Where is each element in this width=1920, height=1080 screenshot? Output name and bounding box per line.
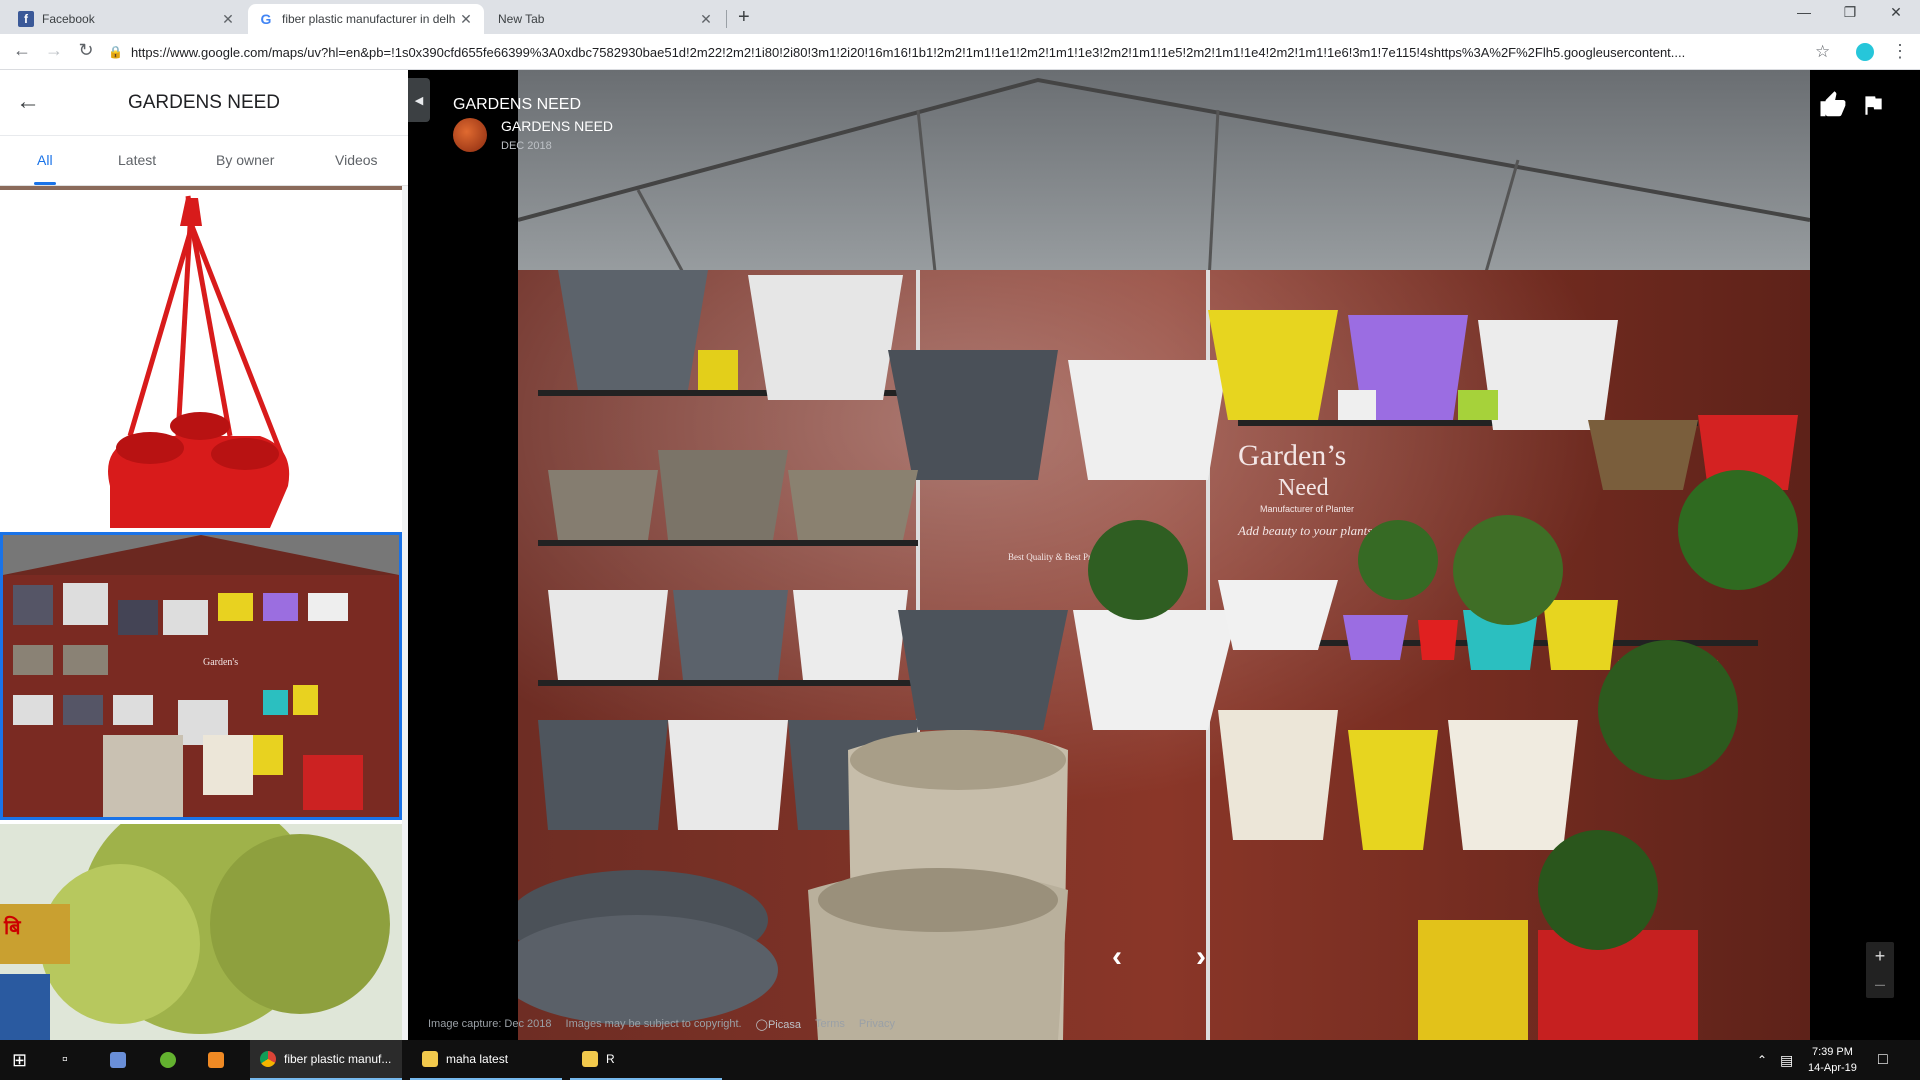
main-photo[interactable]: Garden’s Need Manufacturer of Planter Ad… [518, 70, 1810, 1040]
folder-icon [582, 1051, 598, 1067]
tab-videos[interactable]: Videos [335, 152, 378, 168]
copyright-text: Images may be subject to copyright. [565, 1018, 742, 1030]
close-window-button[interactable]: ✕ [1873, 4, 1919, 21]
tab-facebook[interactable]: f Facebook ✕ [8, 4, 246, 34]
filter-tabs: All Latest By owner Videos [0, 136, 408, 186]
photo-sign-line2: Need [1278, 475, 1329, 501]
panel-title: GARDENS NEED [127, 92, 281, 113]
tab-latest[interactable]: Latest [118, 152, 156, 168]
extension-icon[interactable] [1856, 43, 1874, 61]
chrome-icon [260, 1051, 276, 1067]
avatar[interactable] [453, 118, 487, 152]
lock-icon: 🔒 [108, 45, 123, 59]
forward-arrow-icon[interactable]: → [42, 40, 66, 61]
zoom-in-button[interactable]: + [1866, 942, 1894, 970]
viewer-footer: Image capture: Dec 2018 Images may be su… [428, 1018, 895, 1031]
notifications-icon[interactable]: □ [1878, 1040, 1888, 1080]
photo-thumbnail[interactable] [0, 186, 402, 528]
photo-viewer: ◀ Garden’s Need Manufacturer of Planter … [408, 70, 1920, 1040]
clock-time: 7:39 PM [1811, 1046, 1853, 1058]
taskbar-item-label: maha latest [446, 1052, 509, 1066]
restore-button[interactable]: ❐ [1827, 4, 1873, 21]
svg-text:Garden's: Garden's [203, 657, 238, 668]
facebook-icon: f [18, 11, 34, 27]
taskbar-folder-maha-latest[interactable]: maha latest [410, 1040, 562, 1080]
photo-sign-line4: Add beauty to your plants [1237, 523, 1372, 538]
flag-icon[interactable] [1860, 92, 1886, 118]
minimize-button[interactable]: — [1781, 4, 1827, 20]
tab-title: Facebook [42, 12, 95, 26]
tab-divider [726, 10, 727, 28]
photo-grid: Garden's बि [0, 186, 408, 1040]
terms-link[interactable]: Terms [815, 1018, 845, 1031]
media-player-icon[interactable] [208, 1040, 232, 1080]
close-icon[interactable]: ✕ [698, 11, 714, 28]
utorrent-icon[interactable] [160, 1040, 184, 1080]
privacy-link[interactable]: Privacy [859, 1018, 895, 1031]
zoom-control: + – [1866, 942, 1894, 998]
place-title[interactable]: GARDENS NEED [453, 96, 581, 114]
tab-new-tab[interactable]: New Tab ✕ [488, 4, 724, 34]
taskbar-chrome-window[interactable]: fiber plastic manuf... [250, 1040, 402, 1080]
folder-icon [422, 1051, 438, 1067]
image-capture-text: Image capture: Dec 2018 [428, 1018, 552, 1030]
windows-start-icon[interactable]: ⊞ [12, 1040, 27, 1080]
calculator-icon[interactable] [110, 1040, 134, 1080]
thumbs-up-icon[interactable] [1818, 90, 1848, 120]
kebab-menu-icon[interactable]: ⋮ [1891, 41, 1909, 62]
photo-sign-line3: Manufacturer of Planter [1260, 504, 1354, 514]
taskbar-item-label: fiber plastic manuf... [284, 1052, 392, 1066]
bookmark-star-icon[interactable]: ☆ [1815, 42, 1830, 62]
show-hidden-icons-chevron-icon[interactable]: ⌃ [1757, 1040, 1767, 1080]
system-clock[interactable]: 7:39 PM 14-Apr-19 [1808, 1044, 1857, 1076]
owner-name[interactable]: GARDENS NEED [501, 118, 613, 134]
close-icon[interactable]: ✕ [458, 11, 474, 28]
next-photo-chevron-icon[interactable]: › [1196, 940, 1206, 974]
new-tab-button[interactable]: + [738, 6, 750, 29]
panel-header: ← GARDENS NEED [0, 70, 408, 136]
previous-photo-chevron-icon[interactable]: ‹ [1112, 940, 1122, 974]
google-icon: G [260, 11, 272, 27]
collapse-panel-button[interactable]: ◀ [408, 78, 430, 122]
svg-text:बि: बि [3, 915, 22, 939]
photo-thumbnail[interactable]: बि [0, 824, 402, 1040]
tab-all[interactable]: All [37, 152, 53, 168]
back-arrow-icon[interactable]: ← [10, 40, 34, 61]
task-view-icon[interactable]: ▫ [62, 1040, 68, 1080]
tab-search[interactable]: G fiber plastic manufacturer in delh ✕ [248, 4, 484, 34]
picasa-logo[interactable]: ◯Picasa [756, 1018, 801, 1031]
tab-title: New Tab [498, 12, 545, 26]
zoom-out-button[interactable]: – [1866, 970, 1894, 998]
photo-sign-line5: Best Quality & Best Price [1008, 552, 1102, 562]
windows-taskbar: ⊞ ▫ fiber plastic manuf... maha latest R… [0, 1040, 1920, 1080]
tab-by-owner[interactable]: By owner [216, 152, 274, 168]
reload-icon[interactable]: ↻ [74, 40, 98, 61]
clock-date: 14-Apr-19 [1808, 1062, 1857, 1074]
selected-tab-indicator [34, 182, 56, 185]
taskbar-item-label: R [606, 1052, 615, 1066]
photo-date: DEC 2018 [501, 140, 552, 152]
picasa-label: Picasa [767, 1019, 801, 1031]
tab-title: fiber plastic manufacturer in delh [282, 12, 456, 26]
network-icon[interactable]: ▤ [1780, 1040, 1793, 1080]
browser-toolbar: ← → ↻ 🔒 https://www.google.com/maps/uv?h… [0, 34, 1920, 70]
taskbar-folder-r[interactable]: R [570, 1040, 722, 1080]
tab-strip: f Facebook ✕ G fiber plastic manufacture… [0, 0, 1920, 34]
close-icon[interactable]: ✕ [220, 11, 236, 28]
url-text[interactable]: https://www.google.com/maps/uv?hl=en&pb=… [131, 45, 1821, 60]
photos-panel: ← GARDENS NEED All Latest By owner Video… [0, 70, 408, 1040]
photo-thumbnail-selected[interactable]: Garden's [0, 532, 402, 820]
photo-sign-line1: Garden’s [1238, 439, 1346, 472]
address-bar[interactable]: 🔒 https://www.google.com/maps/uv?hl=en&p… [108, 38, 1828, 66]
